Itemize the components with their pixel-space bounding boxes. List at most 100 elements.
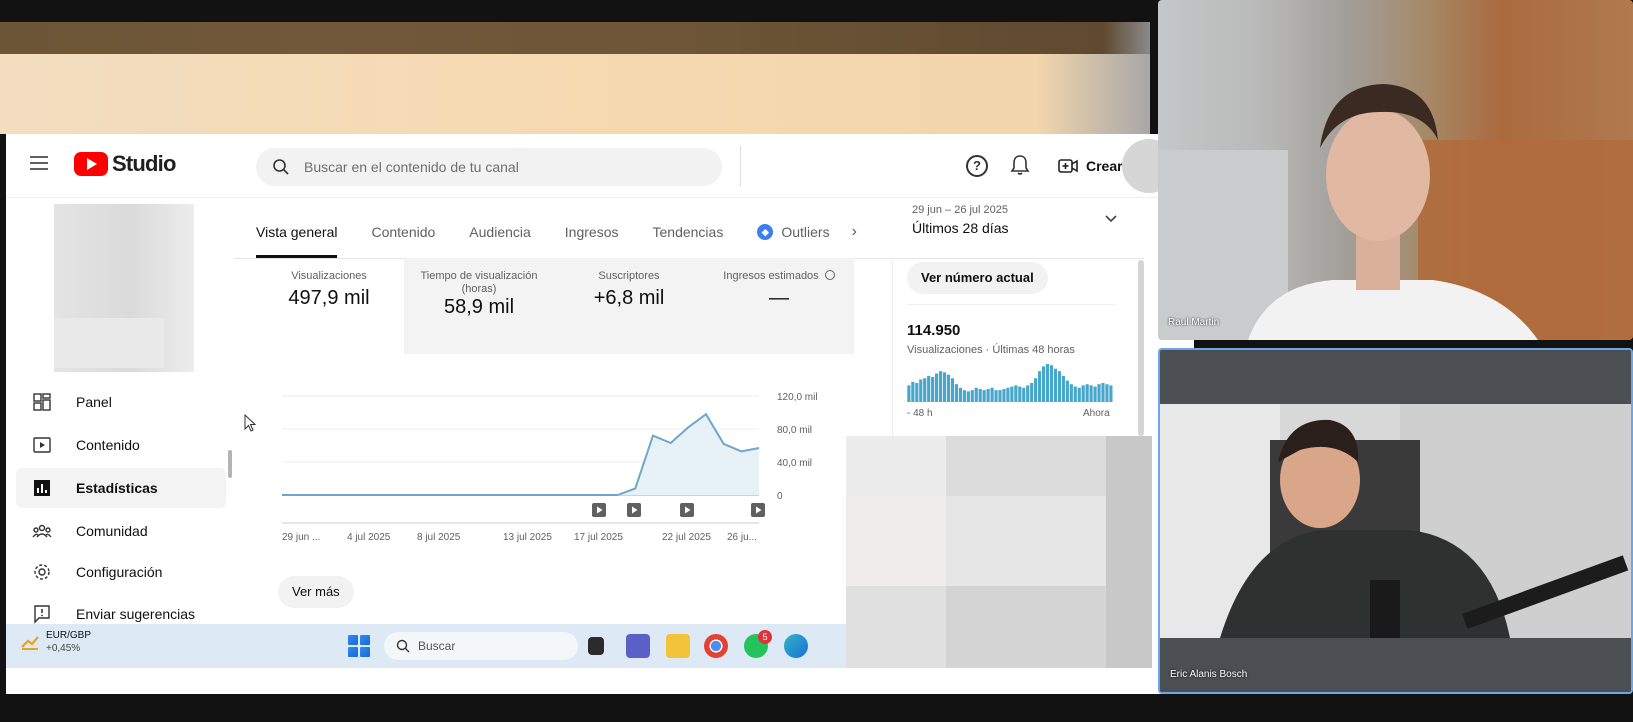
realtime-bar-chart[interactable] — [907, 362, 1113, 402]
sidebar-item-label: Panel — [76, 394, 112, 410]
ver-mas-button[interactable]: Ver más — [278, 576, 354, 608]
sidebar-item-panel[interactable]: Panel — [16, 382, 226, 422]
screen: Studio ? Crear Panel — [0, 0, 1633, 722]
clock-icon — [824, 270, 835, 280]
realtime-bar — [1081, 385, 1085, 402]
windows-taskbar: EUR/GBP +0,45% Buscar — [6, 624, 846, 668]
metric-ingresos-estimados[interactable]: Ingresos estimados — — [704, 258, 854, 354]
realtime-end-label: Ahora — [1083, 408, 1110, 419]
realtime-bar — [1085, 384, 1089, 402]
tab-vista-general[interactable]: Vista general — [256, 206, 338, 258]
file-explorer-icon[interactable] — [666, 634, 690, 658]
views-chart[interactable]: 120,0 mil 80,0 mil 40,0 mil 0 29 jun ... 4 ju… — [254, 382, 854, 552]
search-bar[interactable] — [256, 148, 722, 186]
realtime-start-label: - 48 h — [907, 408, 933, 419]
channel-name-blurred — [54, 318, 164, 368]
sidebar-item-estadisticas[interactable]: Estadísticas — [16, 468, 226, 508]
metric-value: 497,9 mil — [288, 287, 370, 309]
sidebar: Panel Contenido Estadísticas Comunidad C… — [6, 198, 236, 630]
date-range-label: Últimos 28 días — [912, 220, 1009, 236]
realtime-bar — [982, 390, 986, 402]
realtime-bar — [946, 374, 951, 402]
realtime-number: 114.950 — [907, 322, 961, 339]
realtime-bar — [911, 381, 915, 402]
task-view-icon[interactable] — [588, 637, 604, 655]
participant-name: Eric Alanis Bosch — [1170, 669, 1248, 680]
realtime-bar — [1026, 385, 1030, 402]
realtime-bar — [1073, 386, 1077, 402]
studio-header: Studio ? Crear — [6, 134, 1194, 198]
realtime-bar — [1093, 386, 1097, 402]
ticker-label: EUR/GBP — [46, 630, 92, 641]
analytics-tabs: Vista general Contenido Audiencia Ingres… — [256, 206, 857, 258]
realtime-subtitle: Visualizaciones · Últimas 48 horas — [907, 344, 1075, 356]
sidebar-item-comunidad[interactable]: Comunidad — [16, 511, 226, 551]
date-range-dates: 29 jun – 26 jul 2025 — [912, 204, 1009, 216]
blurred-banner — [0, 22, 1150, 54]
realtime-bar — [1022, 387, 1026, 402]
header-divider — [740, 146, 741, 186]
metric-visualizaciones[interactable]: Visualizaciones 497,9 mil — [254, 258, 404, 354]
metric-label: Tiempo de visualización (horas) — [420, 270, 538, 295]
feedback-icon — [34, 605, 50, 624]
chevron-right-icon[interactable]: › — [852, 223, 857, 241]
chart-x-tick-label: 8 jul 2025 — [417, 532, 461, 543]
tab-audiencia[interactable]: Audiencia — [469, 206, 531, 258]
metric-value: — — [769, 287, 789, 309]
tab-tendencias[interactable]: Tendencias — [653, 206, 724, 258]
realtime-bar — [1061, 375, 1065, 402]
participant-name: Raul Martin — [1168, 317, 1220, 328]
sidebar-scrollbar[interactable] — [228, 450, 232, 478]
metric-label: Visualizaciones — [291, 270, 367, 282]
tab-outliers[interactable]: ◆ Outliers — [757, 224, 830, 240]
date-range-selector[interactable]: 29 jun – 26 jul 2025 Últimos 28 días — [912, 204, 1008, 236]
stock-widget[interactable]: EUR/GBP +0,45% — [20, 630, 91, 654]
realtime-bar — [927, 375, 931, 402]
webcam-tile-raul[interactable]: Raul Martin — [1158, 0, 1633, 340]
taskbar-search[interactable]: Buscar — [384, 632, 578, 660]
logo-text: Studio — [112, 151, 176, 176]
chart-y-tick-label: 0 — [777, 491, 783, 502]
menu-icon[interactable] — [30, 156, 48, 170]
realtime-divider — [907, 304, 1115, 305]
blurred-banner-image — [0, 54, 1150, 134]
realtime-bar — [1038, 371, 1042, 402]
ver-numero-actual-button[interactable]: Ver número actual — [907, 262, 1048, 294]
sidebar-item-contenido[interactable]: Contenido — [16, 425, 226, 465]
chrome-icon[interactable] — [704, 634, 728, 658]
metric-value: +6,8 mil — [593, 287, 665, 309]
search-input[interactable] — [304, 159, 684, 175]
metric-suscriptores[interactable]: Suscriptores +6,8 mil — [554, 258, 704, 354]
realtime-bar — [919, 379, 923, 402]
realtime-bar — [978, 388, 982, 402]
tab-contenido[interactable]: Contenido — [371, 206, 435, 258]
main-scrollbar[interactable] — [1138, 260, 1144, 436]
trend-icon — [21, 636, 39, 650]
youtube-studio-logo[interactable]: Studio — [74, 150, 176, 178]
chevron-down-icon[interactable] — [1104, 214, 1118, 224]
realtime-bar — [931, 377, 935, 402]
gear-icon — [34, 564, 50, 580]
teams-icon[interactable] — [626, 634, 650, 658]
chart-x-tick-label: 29 jun ... — [282, 532, 320, 543]
windows-start-icon[interactable] — [348, 635, 370, 657]
metric-tiempo-visualizacion[interactable]: Tiempo de visualización (horas) 58,9 mil — [404, 258, 554, 354]
realtime-bar — [998, 390, 1002, 402]
chart-y-tick-label: 40,0 mil — [777, 458, 812, 469]
realtime-bar — [1006, 387, 1010, 402]
realtime-bar — [974, 387, 978, 402]
tab-ingresos[interactable]: Ingresos — [565, 206, 619, 258]
mouse-cursor-icon — [244, 414, 257, 432]
help-icon[interactable]: ? — [966, 155, 988, 177]
realtime-bar — [1045, 364, 1050, 402]
edge-icon[interactable] — [784, 634, 808, 658]
realtime-bar — [1041, 366, 1046, 402]
bell-icon[interactable] — [1010, 154, 1030, 176]
realtime-bar — [1089, 385, 1093, 402]
realtime-bar — [1002, 388, 1006, 402]
youtube-play-icon — [74, 152, 108, 176]
realtime-bar — [950, 378, 955, 402]
sidebar-item-configuracion[interactable]: Configuración — [16, 552, 226, 592]
webcam-tile-eric[interactable]: Eric Alanis Bosch — [1158, 348, 1633, 694]
realtime-bar — [1097, 384, 1101, 402]
